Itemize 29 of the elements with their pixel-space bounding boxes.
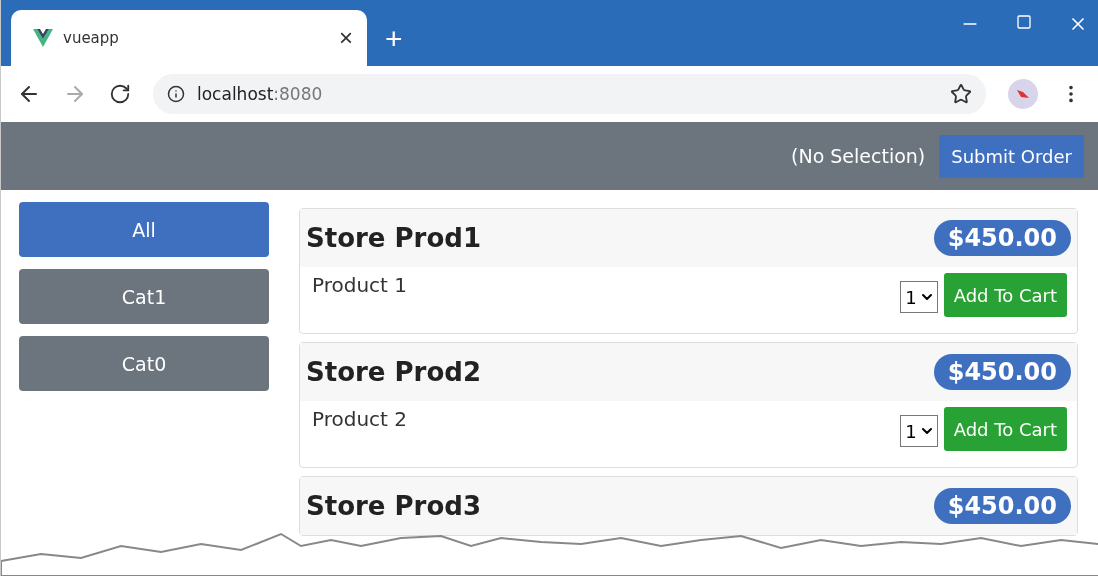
price-badge: $450.00 [933, 354, 1071, 390]
add-to-cart-button[interactable]: Add To Cart [943, 273, 1067, 317]
quantity-select[interactable]: 1 [900, 415, 938, 447]
bookmark-star-icon[interactable] [950, 83, 972, 105]
category-button[interactable]: Cat0 [19, 336, 269, 391]
url-text: localhost:8080 [197, 84, 323, 104]
category-button[interactable]: All [19, 202, 269, 257]
quantity-select[interactable]: 1 [900, 281, 938, 313]
maximize-icon[interactable] [1016, 14, 1032, 30]
reload-icon[interactable] [109, 83, 131, 105]
product-description: Product 2 [312, 407, 409, 431]
selection-text: (No Selection) [791, 145, 926, 167]
price-badge: $450.00 [933, 488, 1071, 524]
browser-tab[interactable]: vueapp × [11, 10, 367, 66]
v-logo-icon [33, 29, 53, 47]
product-name: Store Prod3 [306, 491, 481, 521]
category-button[interactable]: Cat1 [19, 269, 269, 324]
price-badge: $450.00 [933, 220, 1071, 256]
new-tab-button[interactable]: + [385, 22, 403, 56]
submit-order-button[interactable]: Submit Order [939, 134, 1084, 178]
product-name: Store Prod2 [306, 357, 481, 387]
close-tab-button[interactable]: × [339, 24, 353, 52]
product-description: Product 1 [312, 273, 409, 297]
info-icon [167, 85, 185, 103]
add-to-cart-button[interactable]: Add To Cart [943, 407, 1067, 451]
tab-title: vueapp [63, 29, 120, 47]
profile-avatar[interactable] [1008, 79, 1038, 109]
address-field[interactable]: localhost:8080 [153, 74, 986, 114]
product-name: Store Prod1 [306, 223, 481, 253]
